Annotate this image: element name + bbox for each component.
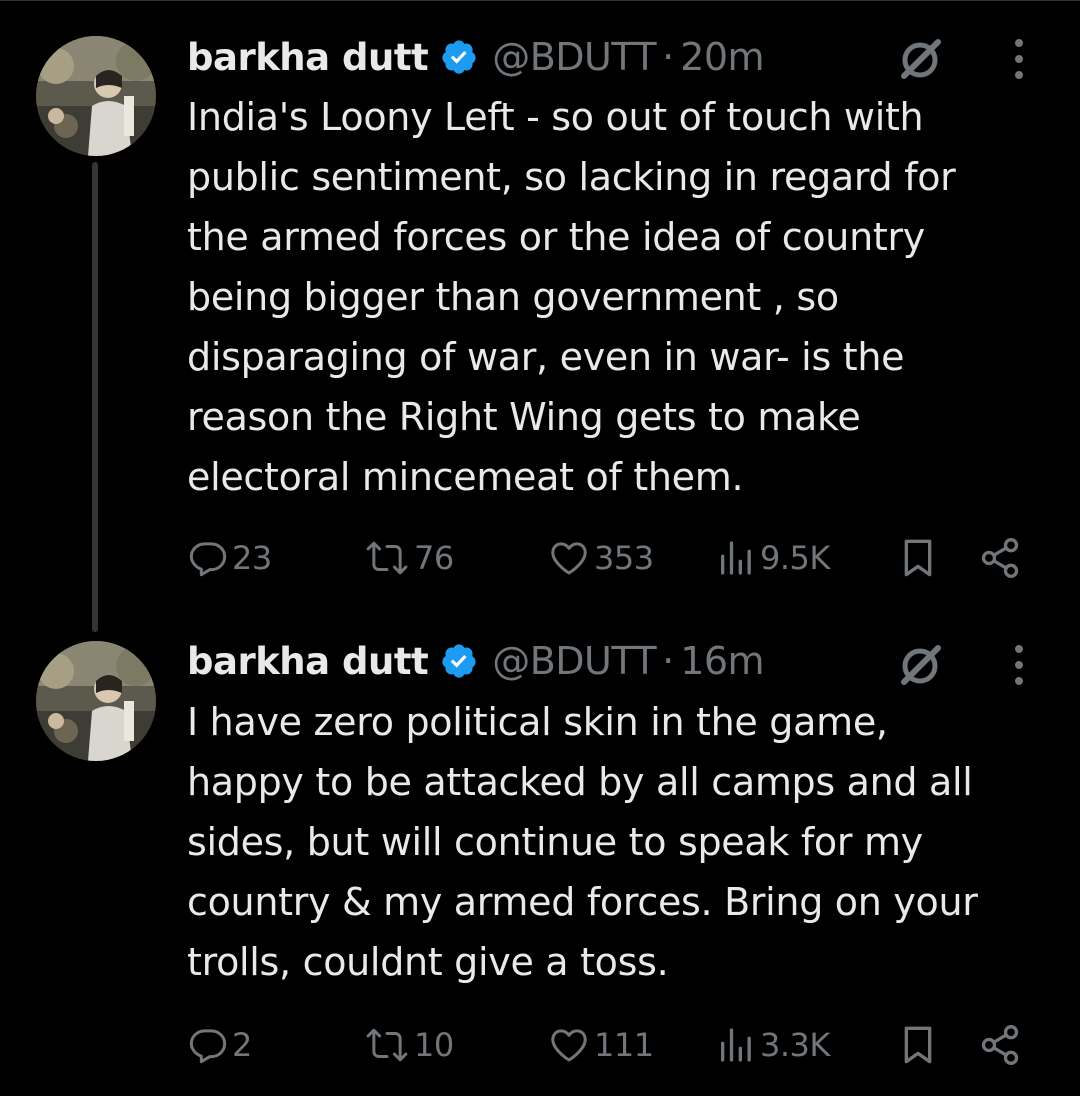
verified-badge-icon[interactable] — [440, 642, 478, 680]
share-icon — [981, 1025, 1019, 1065]
share-button[interactable] — [978, 1020, 1022, 1070]
repost-button[interactable]: 10 — [364, 1020, 454, 1070]
tweet-text: I have zero political skin in the game, … — [187, 692, 1067, 992]
author-name[interactable]: barkha dutt — [187, 640, 429, 683]
tweet-text-line: reason the Right Wing gets to make — [187, 395, 861, 439]
views-icon — [721, 541, 751, 575]
views-count: 3.3K — [760, 1026, 830, 1064]
views-icon — [721, 1028, 751, 1062]
grok-icon[interactable] — [894, 32, 946, 84]
avatar[interactable] — [36, 641, 156, 761]
repost-icon — [366, 541, 408, 575]
repost-icon — [366, 1028, 408, 1062]
bookmark-icon — [904, 1026, 932, 1064]
tweet-header: barkha dutt @BDUTT · 16m — [187, 636, 765, 686]
more-options-icon[interactable] — [1004, 642, 1034, 688]
tweet-text-line: India's Loony Left - so out of touch wit… — [187, 95, 924, 139]
tweet-actions: 23 76 353 9.5K — [0, 533, 1080, 583]
author-name[interactable]: barkha dutt — [187, 36, 429, 79]
like-icon — [551, 1029, 587, 1062]
share-icon — [981, 538, 1019, 578]
tweet-text-line: country & my armed forces. Bring on your — [187, 880, 978, 924]
timestamp[interactable]: 16m — [680, 639, 764, 683]
tweet-text-line: I have zero political skin in the game, — [187, 700, 888, 744]
tweet-text-line: happy to be attacked by all camps and al… — [187, 760, 973, 804]
avatar[interactable] — [36, 36, 156, 156]
like-count: 353 — [594, 539, 654, 577]
tweet-text-line: being bigger than government , so — [187, 275, 839, 319]
views-button[interactable]: 3.3K — [716, 1020, 830, 1070]
share-button[interactable] — [978, 533, 1022, 583]
tweet-text-line: sides, but will continue to speak for my — [187, 820, 923, 864]
bookmark-icon — [904, 539, 932, 577]
repost-button[interactable]: 76 — [364, 533, 454, 583]
like-count: 111 — [594, 1026, 654, 1064]
reply-button[interactable]: 23 — [188, 533, 272, 583]
tweet-header: barkha dutt @BDUTT · 20m — [187, 32, 765, 82]
views-button[interactable]: 9.5K — [716, 533, 830, 583]
separator-dot: · — [662, 639, 675, 683]
bookmark-button[interactable] — [898, 1020, 938, 1070]
reply-icon — [189, 542, 227, 577]
author-handle[interactable]: @BDUTT — [492, 35, 656, 79]
repost-count: 76 — [414, 539, 454, 577]
tweet-text-line: the armed forces or the idea of country — [187, 215, 925, 259]
author-handle[interactable]: @BDUTT — [492, 639, 656, 683]
tweet-text-line: public sentiment, so lacking in regard f… — [187, 155, 956, 199]
tweet-text-line: disparaging of war, even in war- is the — [187, 335, 905, 379]
reply-button[interactable]: 2 — [188, 1020, 252, 1070]
reply-icon — [189, 1029, 227, 1064]
like-button[interactable]: 353 — [548, 533, 654, 583]
tweet-text-line: electoral mincemeat of them. — [187, 455, 744, 499]
like-icon — [551, 542, 587, 575]
tweet-2[interactable]: barkha dutt @BDUTT · 16m I have zero pol… — [0, 630, 1080, 1096]
reply-count: 2 — [232, 1026, 252, 1064]
tweet-text-line: trolls, couldnt give a toss. — [187, 940, 669, 984]
grok-icon[interactable] — [894, 638, 946, 690]
like-button[interactable]: 111 — [548, 1020, 654, 1070]
more-options-icon[interactable] — [1004, 36, 1034, 82]
tweet-text: India's Loony Left - so out of touch wit… — [187, 87, 1067, 507]
bookmark-button[interactable] — [898, 533, 938, 583]
timestamp[interactable]: 20m — [680, 35, 764, 79]
repost-count: 10 — [414, 1026, 454, 1064]
views-count: 9.5K — [760, 539, 830, 577]
separator-dot: · — [662, 35, 675, 79]
verified-badge-icon[interactable] — [440, 38, 478, 76]
reply-count: 23 — [232, 539, 272, 577]
tweet-1[interactable]: barkha dutt @BDUTT · 20m India's Loony L… — [0, 0, 1080, 630]
tweet-actions: 2 10 111 3.3K — [0, 1020, 1080, 1070]
